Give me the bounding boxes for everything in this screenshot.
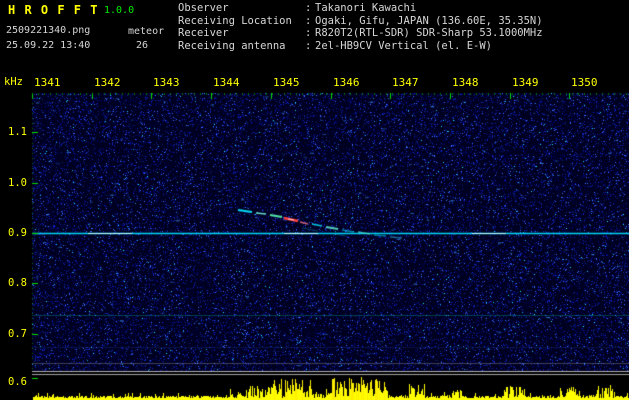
output-filename: 2509221340.png xyxy=(6,25,91,36)
time-axis-label: 1348 xyxy=(452,76,479,89)
time-axis-label: 1350 xyxy=(571,76,598,89)
info-row-observer: Observer : Takanori Kawachi xyxy=(178,2,543,15)
info-value: 2el-HB9CV Vertical (el. E-W) xyxy=(315,39,493,52)
info-label: Receiving Location xyxy=(178,14,292,27)
time-axis-label: 1342 xyxy=(94,76,121,89)
freq-axis-label: 0.6 xyxy=(8,376,27,388)
time-axis-label: 1341 xyxy=(34,76,61,89)
info-colon: : xyxy=(305,39,312,52)
station-info: Observer : Takanori Kawachi Receiving Lo… xyxy=(178,2,543,52)
hrofft-window: H R O F F T 1.0.0 2509221340.png meteor … xyxy=(0,0,629,400)
info-row-antenna: Receiving antenna : 2el-HB9CV Vertical (… xyxy=(178,40,543,53)
info-label: Receiver xyxy=(178,27,229,40)
freq-unit-label: kHz xyxy=(4,76,23,88)
freq-axis-label: 0.7 xyxy=(8,328,27,340)
info-label: Observer xyxy=(178,2,229,14)
time-axis-label: 1346 xyxy=(333,76,360,89)
info-label: Receiving antenna xyxy=(178,39,286,52)
time-axis-label: 1344 xyxy=(213,76,240,89)
info-row-receiver: Receiver : R820T2(RTL-SDR) SDR-Sharp 53.… xyxy=(178,27,543,40)
freq-axis-label: 0.9 xyxy=(8,227,27,239)
freq-axis-label: 0.8 xyxy=(8,277,27,289)
time-axis-label: 1343 xyxy=(153,76,180,89)
mode-label: meteor xyxy=(128,26,165,37)
text-overlay: H R O F F T 1.0.0 2509221340.png meteor … xyxy=(0,0,629,400)
info-colon: : xyxy=(305,14,312,27)
time-axis-label: 1347 xyxy=(392,76,419,89)
info-row-location: Receiving Location : Ogaki, Gifu, JAPAN … xyxy=(178,15,543,28)
info-value: Takanori Kawachi xyxy=(315,2,417,14)
freq-axis-label: 1.1 xyxy=(8,126,27,138)
datetime-label: 25.09.22 13:40 xyxy=(6,40,91,51)
info-colon: : xyxy=(305,2,312,14)
meteor-count: 26 xyxy=(136,40,149,51)
time-axis-label: 1349 xyxy=(512,76,539,89)
time-axis-label: 1345 xyxy=(273,76,300,89)
freq-axis-label: 1.0 xyxy=(8,177,27,189)
app-title: H R O F F T xyxy=(8,3,99,17)
info-value: R820T2(RTL-SDR) SDR-Sharp 53.1000MHz xyxy=(315,27,543,40)
info-value: Ogaki, Gifu, JAPAN (136.60E, 35.35N) xyxy=(315,14,543,27)
info-colon: : xyxy=(305,27,312,40)
app-version: 1.0.0 xyxy=(104,5,135,16)
